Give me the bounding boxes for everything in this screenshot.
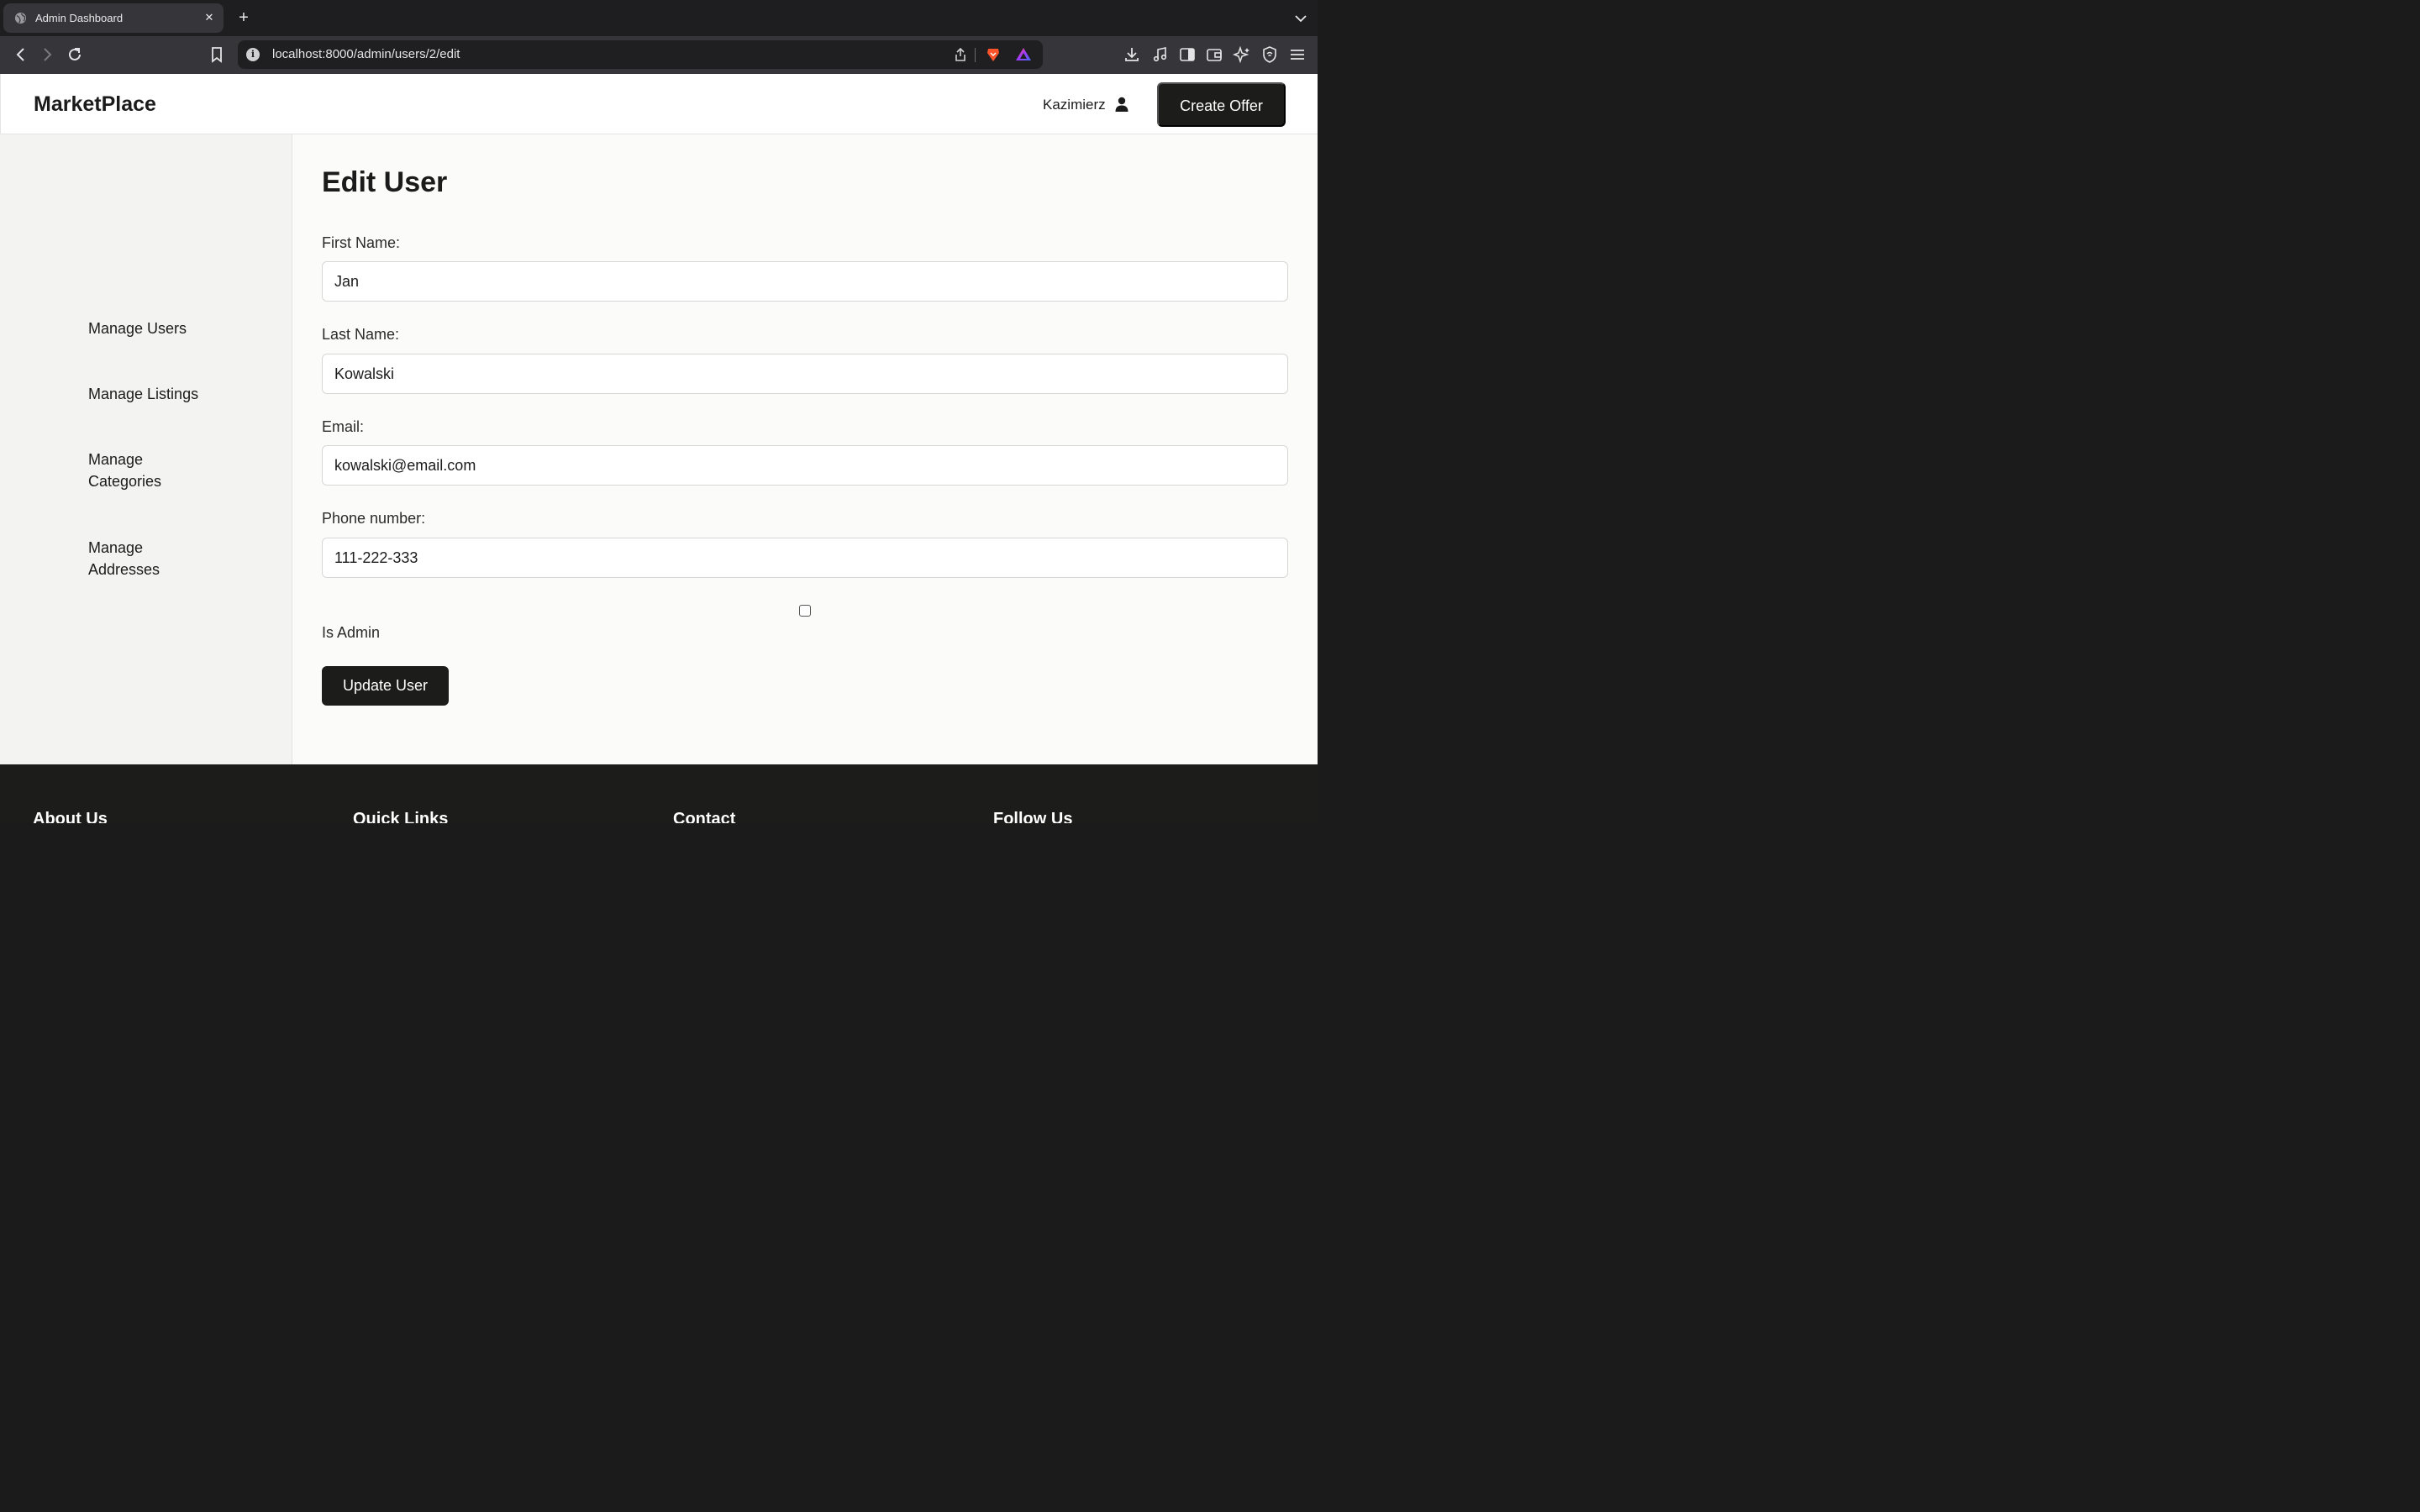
page: MarketPlace Kazimierz Create Offer Manag… (0, 74, 1318, 823)
browser-tab-bar: Admin Dashboard ✕ + (0, 0, 1318, 36)
sidebar-item-manage-users[interactable]: Manage Users (88, 318, 256, 339)
tab-title: Admin Dashboard (35, 12, 124, 24)
leo-ai-icon[interactable] (1233, 45, 1251, 64)
site-info-icon[interactable]: i (246, 48, 260, 61)
reload-icon[interactable] (66, 45, 84, 64)
last-name-input[interactable] (322, 354, 1288, 394)
forward-icon[interactable] (38, 45, 56, 64)
menu-icon[interactable] (1288, 45, 1307, 64)
sidebar-item-manage-addresses[interactable]: Manage Addresses (88, 537, 189, 580)
back-icon[interactable] (12, 45, 30, 64)
is-admin-checkbox[interactable] (799, 605, 811, 617)
globe-icon (14, 12, 27, 24)
site-footer: About Us Quick Links Contact Follow Us (0, 764, 1318, 823)
url-text[interactable]: localhost:8000/admin/users/2/edit (272, 47, 460, 61)
edit-user-form: Edit User First Name: Last Name: Email: … (292, 134, 1318, 764)
share-icon[interactable] (952, 46, 969, 63)
download-icon[interactable] (1123, 45, 1141, 64)
first-name-input[interactable] (322, 261, 1288, 302)
close-icon[interactable]: ✕ (202, 10, 217, 25)
user-name-link[interactable]: Kazimierz (1043, 97, 1106, 113)
wallet-icon[interactable] (1205, 45, 1223, 64)
footer-heading-contact: Contact (673, 810, 736, 823)
update-user-button[interactable]: Update User (322, 666, 449, 706)
sidebar-item-manage-listings[interactable]: Manage Listings (88, 383, 256, 405)
phone-input[interactable] (322, 538, 1288, 578)
last-name-label: Last Name: (322, 326, 400, 343)
is-admin-label: Is Admin (322, 624, 381, 641)
chevron-down-icon[interactable] (1292, 10, 1309, 27)
divider (975, 48, 976, 62)
sidebar-icon[interactable] (1178, 45, 1197, 64)
footer-heading-follow: Follow Us (993, 810, 1073, 823)
bookmark-icon[interactable] (208, 45, 226, 64)
brave-rewards-icon[interactable] (1015, 46, 1032, 63)
brave-shields-icon[interactable] (985, 46, 1002, 63)
admin-sidebar: Manage Users Manage Listings Manage Cate… (0, 134, 292, 764)
new-tab-button[interactable]: + (235, 8, 252, 27)
address-bar[interactable]: i localhost:8000/admin/users/2/edit (238, 40, 1043, 69)
first-name-label: First Name: (322, 234, 401, 251)
browser-toolbar: i localhost:8000/admin/users/2/edit (0, 36, 1318, 74)
footer-heading-about: About Us (33, 810, 108, 823)
site-logo[interactable]: MarketPlace (34, 92, 156, 117)
email-label: Email: (322, 418, 365, 435)
footer-heading-quick-links: Quick Links (353, 810, 449, 823)
vpn-shield-icon[interactable] (1260, 45, 1279, 64)
create-offer-button[interactable]: Create Offer (1157, 82, 1286, 127)
email-input[interactable] (322, 445, 1288, 486)
site-header: MarketPlace Kazimierz Create Offer (0, 74, 1318, 134)
music-icon[interactable] (1151, 45, 1170, 64)
phone-label: Phone number: (322, 510, 426, 527)
sidebar-item-manage-categories[interactable]: Manage Categories (88, 449, 189, 492)
browser-tab[interactable]: Admin Dashboard ✕ (3, 3, 224, 33)
page-title: Edit User (322, 166, 448, 198)
user-icon[interactable] (1113, 96, 1130, 113)
